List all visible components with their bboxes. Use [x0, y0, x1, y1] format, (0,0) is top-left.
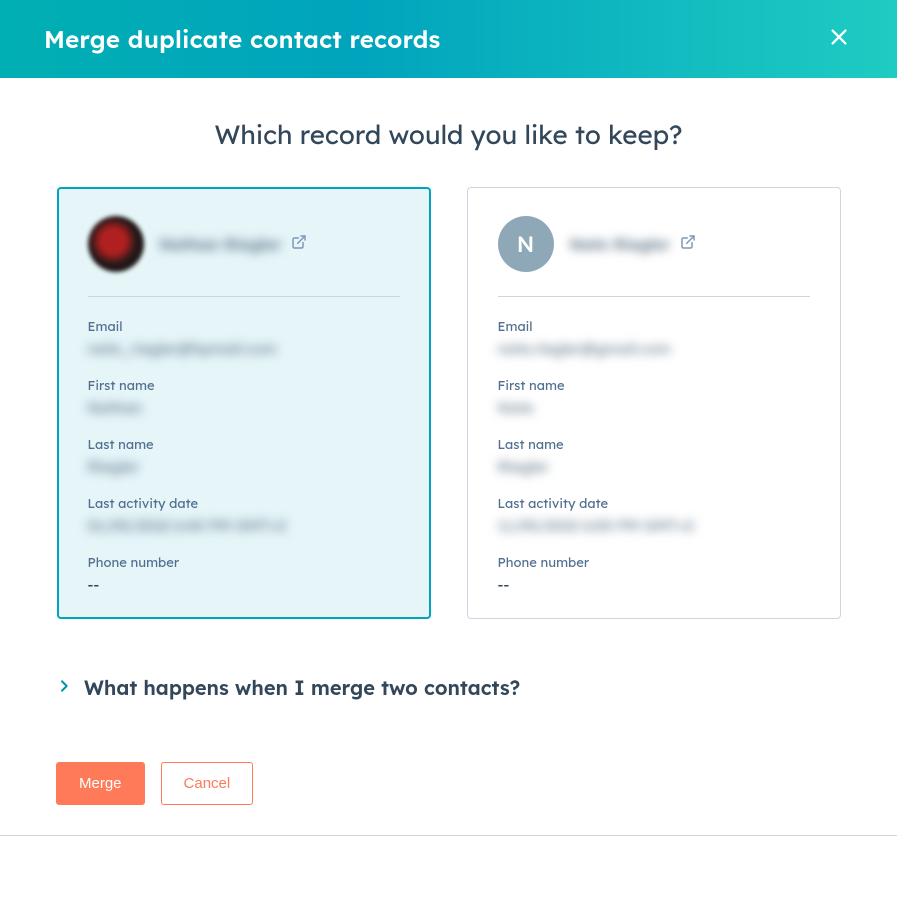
divider: [498, 296, 810, 297]
field-value-last-activity: 01/05/2022 6:40 PM GMT+2: [88, 516, 400, 535]
field-value-first-name: Nate: [498, 398, 810, 417]
field-value-phone: --: [498, 575, 810, 594]
field-value-email: nate_riegler@hpmail.com: [88, 339, 400, 358]
prompt-text: Which record would you like to keep?: [56, 118, 841, 151]
open-record-link[interactable]: [291, 234, 307, 254]
cancel-button[interactable]: Cancel: [161, 762, 254, 805]
field-label-last-name: Last name: [88, 437, 400, 453]
open-record-link[interactable]: [680, 234, 696, 254]
contact-name: Nate Riegler: [570, 234, 671, 254]
external-link-icon: [291, 234, 307, 254]
dialog-header: Merge duplicate contact records: [0, 0, 897, 78]
dialog-footer: Merge Cancel: [56, 762, 841, 805]
avatar: N: [498, 216, 554, 272]
close-button[interactable]: [825, 25, 853, 53]
field-label-email: Email: [88, 319, 400, 335]
field-label-first-name: First name: [88, 378, 400, 394]
accordion-toggle[interactable]: What happens when I merge two contacts?: [56, 675, 841, 700]
contact-name: Nathan Riegler: [160, 234, 282, 254]
accordion-title: What happens when I merge two contacts?: [84, 675, 520, 700]
field-value-first-name: Nathan: [88, 398, 400, 417]
field-value-email: nate.riegler@gmail.com: [498, 339, 810, 358]
record-card-primary[interactable]: Nathan Riegler Email nate_riegler@hpmail…: [57, 187, 431, 619]
field-value-last-name: Riegler: [88, 457, 400, 476]
field-label-phone: Phone number: [498, 555, 810, 571]
avatar: [88, 216, 144, 272]
field-value-last-activity: 11/05/2022 6:00 PM GMT+2: [498, 516, 810, 535]
field-label-email: Email: [498, 319, 810, 335]
external-link-icon: [680, 234, 696, 254]
field-label-last-activity: Last activity date: [88, 496, 400, 512]
dialog-title: Merge duplicate contact records: [44, 24, 440, 54]
merge-button[interactable]: Merge: [56, 762, 145, 805]
field-label-last-activity: Last activity date: [498, 496, 810, 512]
chevron-right-icon: [56, 678, 72, 698]
field-value-phone: --: [88, 575, 400, 594]
record-card-secondary[interactable]: N Nate Riegler Email nate.riegl: [467, 187, 841, 619]
field-label-last-name: Last name: [498, 437, 810, 453]
field-label-first-name: First name: [498, 378, 810, 394]
divider: [88, 296, 400, 297]
close-icon: [828, 26, 850, 52]
field-label-phone: Phone number: [88, 555, 400, 571]
field-value-last-name: Riegler: [498, 457, 810, 476]
record-cards: Nathan Riegler Email nate_riegler@hpmail…: [56, 187, 841, 619]
avatar-initial: N: [517, 230, 535, 258]
